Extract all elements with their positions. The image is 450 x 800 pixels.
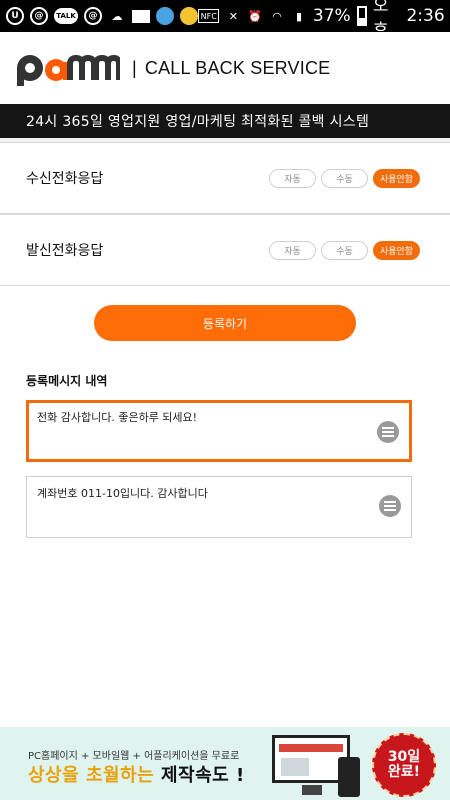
incoming-call-row: 수신전화응답 자동 수동 사용안함 — [0, 142, 450, 214]
option-off[interactable]: 사용안함 — [373, 168, 420, 188]
badge-line1: 30일 — [387, 749, 421, 766]
message-item[interactable]: 전화 감사합니다. 좋은하루 되세요! — [26, 400, 412, 462]
wifi-icon: ◠ — [272, 9, 282, 23]
signal-icon: ▮ — [295, 9, 302, 23]
status-bar: U @ TALK @ ☁ NFC ✕ ⏰ ◠ ▮ 37% 오후 2:36 — [0, 0, 450, 41]
mode-selector: 자동 수동 사용안함 — [269, 168, 420, 188]
option-manual[interactable]: 수동 — [321, 240, 368, 260]
row-label: 수신전화응답 — [26, 171, 104, 187]
menu-icon[interactable] — [377, 421, 399, 443]
message-text: 전화 감사합니다. 좋은하루 되세요! — [37, 411, 198, 424]
register-button[interactable]: 등록하기 — [94, 305, 356, 341]
outgoing-call-row: 발신전화응답 자동 수동 사용안함 — [0, 214, 450, 286]
pamm-logo — [16, 48, 120, 88]
menu-icon[interactable] — [379, 495, 401, 517]
cloud-icon: ☁ — [111, 9, 123, 23]
kakao-icon: U — [6, 7, 24, 25]
clock: 2:36 — [406, 6, 445, 26]
emoji-icon — [156, 7, 174, 25]
at-icon: @ — [30, 7, 48, 25]
message-text: 계좌번호 011-10입니다. 감사합니다 — [37, 487, 208, 500]
section-title: 등록메시지 내역 — [26, 374, 108, 388]
battery-icon — [356, 6, 367, 26]
ad-badge: 30일 완료! — [372, 733, 436, 797]
nfc-icon: NFC — [198, 9, 220, 23]
mail-icon — [132, 9, 150, 23]
at-icon: @ — [84, 7, 102, 25]
mode-selector: 자동 수동 사용안함 — [269, 240, 420, 260]
option-auto[interactable]: 자동 — [269, 240, 316, 260]
ad-headline: 상상을 초월하는 제작속도 ! — [28, 761, 245, 787]
header-title: | CALL BACK SERVICE — [132, 57, 331, 78]
ad-banner[interactable]: PC홈페이지 + 모바일웹 + 어플리케이션을 무료로 상상을 초월하는 제작속… — [0, 727, 450, 800]
ad-subtitle: PC홈페이지 + 모바일웹 + 어플리케이션을 무료로 — [28, 751, 240, 762]
option-manual[interactable]: 수동 — [321, 168, 368, 188]
ad-headline-rest: 제작속도 ! — [160, 765, 245, 786]
ad-headline-highlight: 상상을 초월하는 — [28, 765, 155, 786]
battery-percent: 37% — [312, 6, 351, 26]
option-auto[interactable]: 자동 — [269, 168, 316, 188]
notification-icons: U @ TALK @ ☁ — [6, 7, 198, 25]
slogan-banner: 24시 365일 영업지원 영업/마케팅 최적화된 콜백 시스템 — [0, 104, 450, 138]
app-header: | CALL BACK SERVICE — [0, 32, 450, 104]
message-item[interactable]: 계좌번호 011-10입니다. 감사합니다 — [26, 476, 412, 538]
emoji-icon — [180, 7, 198, 25]
alarm-icon: ⏰ — [248, 9, 263, 23]
option-off[interactable]: 사용안함 — [373, 240, 420, 260]
badge-line2: 완료! — [387, 764, 421, 780]
device-mockup-image — [272, 735, 364, 797]
row-label: 발신전화응답 — [26, 243, 104, 259]
talk-icon: TALK — [54, 8, 78, 24]
mute-icon: ✕ — [228, 9, 238, 23]
